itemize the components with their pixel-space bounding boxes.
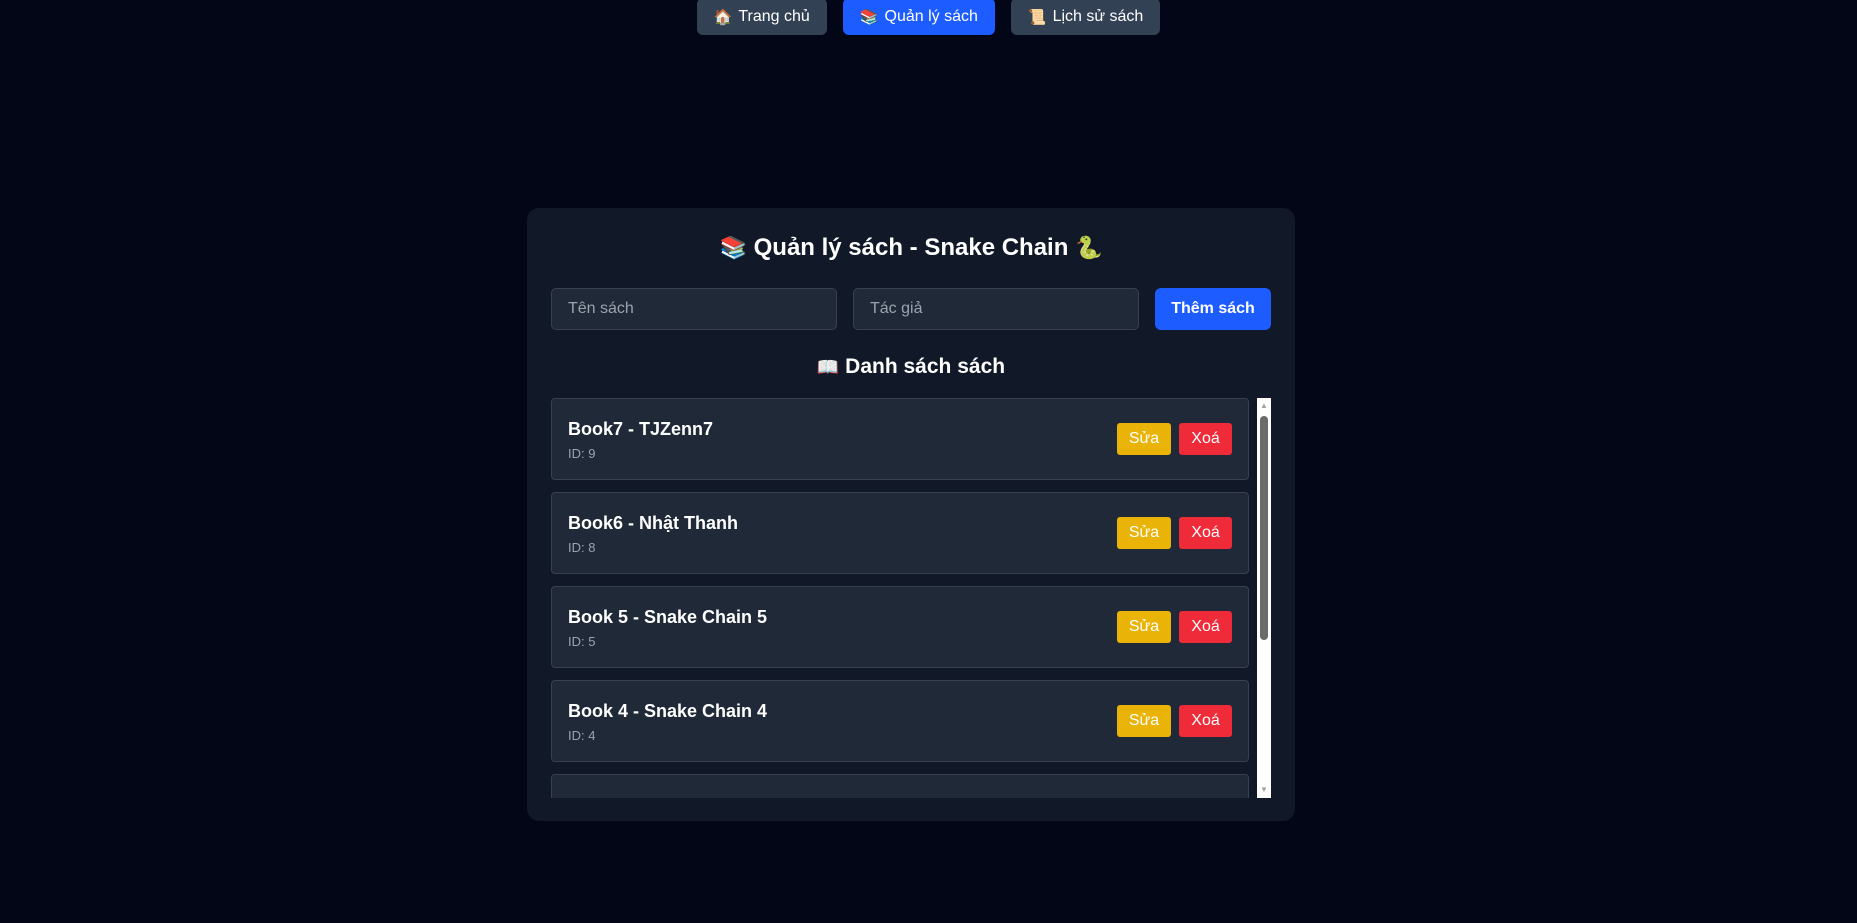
add-book-button[interactable]: Thêm sách: [1155, 288, 1271, 330]
book-list-heading-text: Danh sách sách: [845, 355, 1006, 378]
book-id: ID: 9: [568, 446, 596, 461]
book-id: ID: 5: [568, 634, 596, 649]
book-title: Book6 - Nhật Thanh: [568, 513, 738, 533]
add-book-form: Thêm sách: [551, 288, 1271, 330]
book-item: Book7 - TJZenn7 ID: 9 Sửa Xoá: [551, 398, 1249, 480]
book-item: Book 4 - Snake Chain 4 ID: 4 Sửa Xoá: [551, 680, 1249, 762]
scrollbar-thumb[interactable]: [1260, 416, 1268, 640]
edit-book-button[interactable]: Sửa: [1117, 705, 1171, 737]
scroll-up-arrow-icon[interactable]: ▲: [1257, 399, 1271, 413]
delete-book-button[interactable]: Xoá: [1179, 517, 1232, 549]
book-id: ID: 4: [568, 728, 596, 743]
open-book-icon: 📖: [816, 357, 840, 377]
book-actions: Sửa Xoá: [1117, 705, 1232, 737]
book-item-partial: [551, 774, 1249, 798]
edit-book-button[interactable]: Sửa: [1117, 611, 1171, 643]
delete-book-button[interactable]: Xoá: [1179, 611, 1232, 643]
scroll-icon: 📜: [1027, 8, 1047, 26]
top-nav: 🏠 Trang chủ 📚 Quản lý sách 📜 Lịch sử sác…: [0, 0, 1857, 35]
book-list-container[interactable]: Book7 - TJZenn7 ID: 9 Sửa Xoá Book6 - Nh…: [551, 398, 1271, 798]
book-title: Book 5 - Snake Chain 5: [568, 607, 768, 627]
book-actions: Sửa Xoá: [1117, 517, 1232, 549]
nav-book-history-button[interactable]: 📜 Lịch sử sách: [1010, 0, 1161, 35]
book-author-input[interactable]: [853, 288, 1139, 330]
book-list-heading: 📖 Danh sách sách: [527, 355, 1295, 379]
book-name-input[interactable]: [551, 288, 837, 330]
nav-book-management-button[interactable]: 📚 Quản lý sách: [842, 0, 995, 35]
page-title-text: Quản lý sách - Snake Chain: [753, 234, 1069, 261]
books-icon: 📚: [719, 235, 747, 260]
book-id: ID: 8: [568, 540, 596, 555]
books-icon: 📚: [859, 8, 879, 26]
edit-book-button[interactable]: Sửa: [1117, 517, 1171, 549]
book-title: Book7 - TJZenn7: [568, 419, 714, 439]
nav-home-button[interactable]: 🏠 Trang chủ: [696, 0, 827, 35]
delete-book-button[interactable]: Xoá: [1179, 423, 1232, 455]
snake-icon: 🐍: [1075, 235, 1103, 260]
book-item: Book 5 - Snake Chain 5 ID: 5 Sửa Xoá: [551, 586, 1249, 668]
house-icon: 🏠: [713, 8, 733, 26]
page-title: 📚 Quản lý sách - Snake Chain 🐍: [527, 234, 1295, 262]
list-scrollbar[interactable]: ▲ ▼: [1257, 398, 1271, 798]
delete-book-button[interactable]: Xoá: [1179, 705, 1232, 737]
scroll-down-arrow-icon[interactable]: ▼: [1257, 783, 1271, 797]
book-title: Book 4 - Snake Chain 4: [568, 701, 768, 721]
book-actions: Sửa Xoá: [1117, 611, 1232, 643]
book-list: Book7 - TJZenn7 ID: 9 Sửa Xoá Book6 - Nh…: [551, 398, 1249, 798]
book-item: Book6 - Nhật Thanh ID: 8 Sửa Xoá: [551, 492, 1249, 574]
nav-book-management-label: Quản lý sách: [884, 7, 978, 25]
book-actions: Sửa Xoá: [1117, 423, 1232, 455]
edit-book-button[interactable]: Sửa: [1117, 423, 1171, 455]
nav-home-label: Trang chủ: [738, 7, 810, 25]
nav-book-history-label: Lịch sử sách: [1052, 7, 1144, 25]
book-management-panel: 📚 Quản lý sách - Snake Chain 🐍 Thêm sách…: [527, 208, 1295, 821]
